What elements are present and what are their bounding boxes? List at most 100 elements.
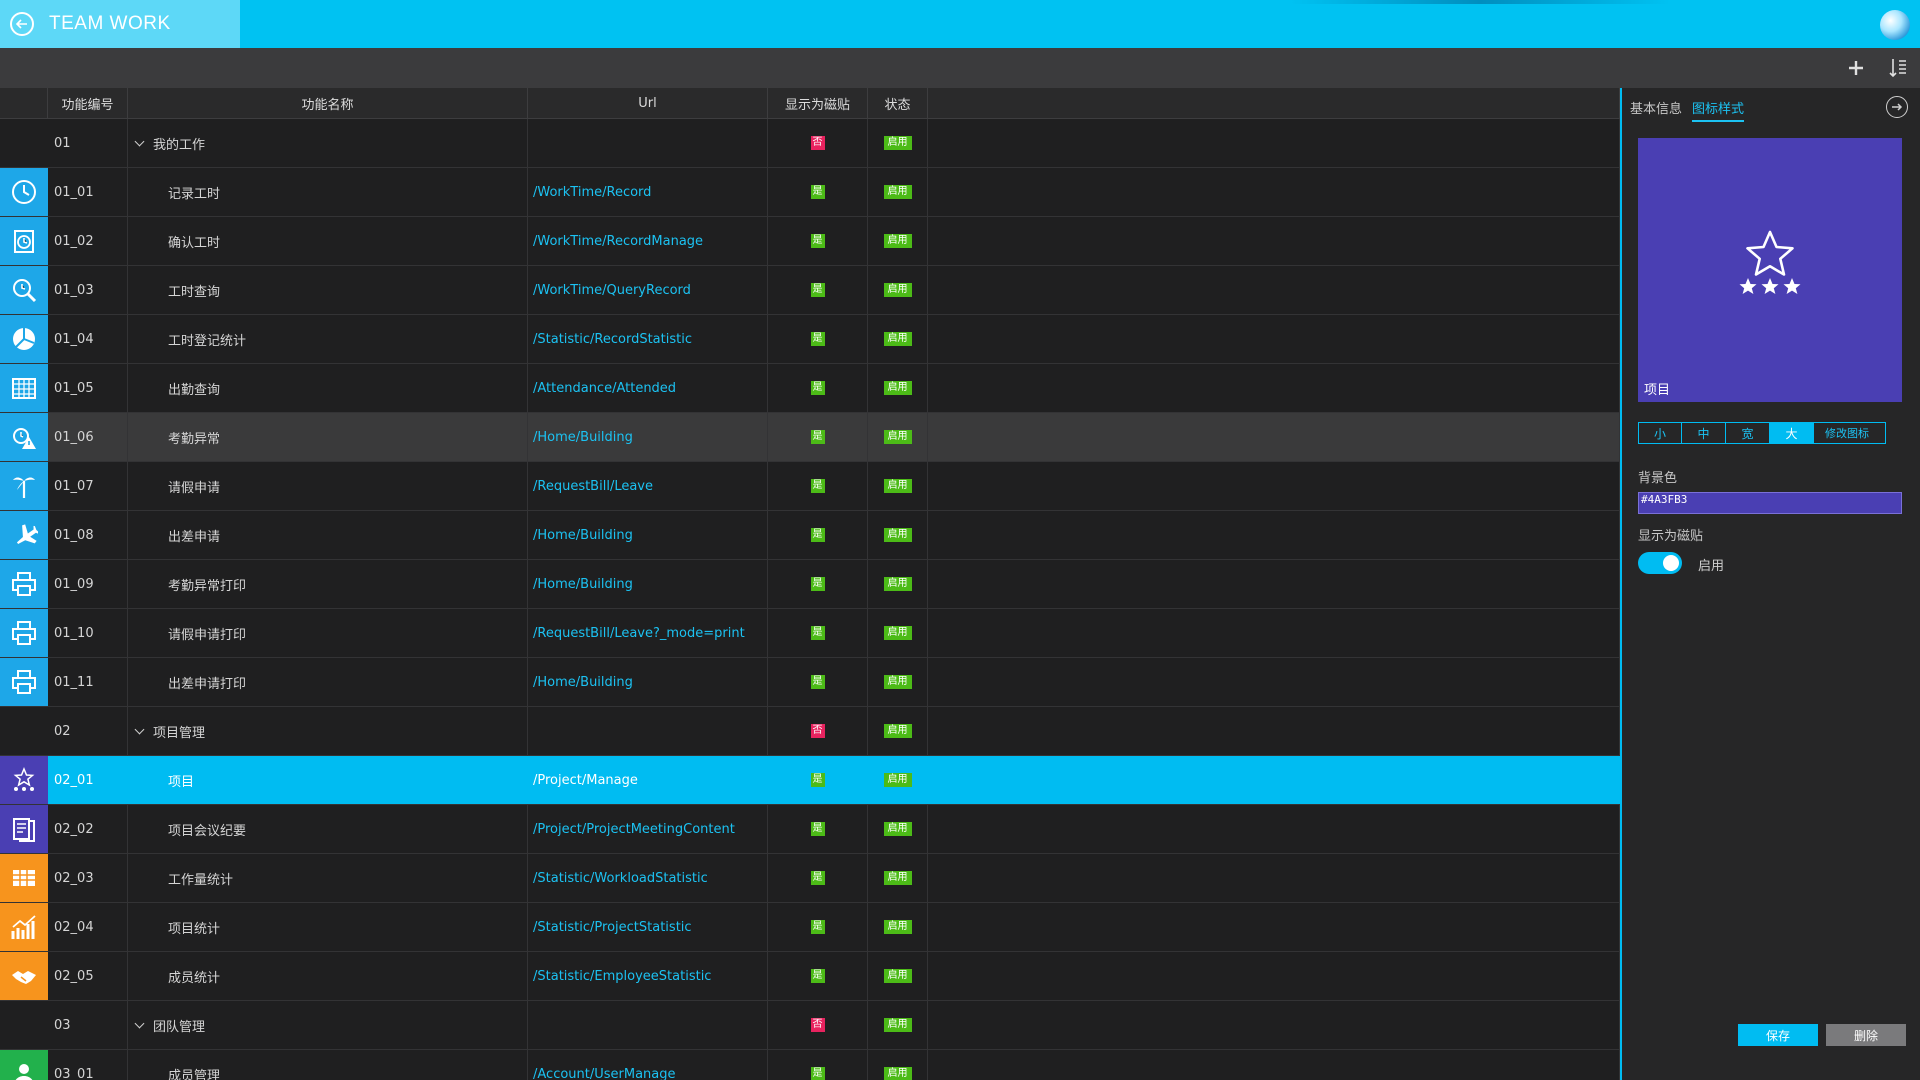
row-name-text: 出差申请打印 <box>168 676 247 692</box>
chevron-down-icon[interactable] <box>134 136 145 146</box>
row-icon-tile <box>0 658 48 706</box>
row-icon-tile <box>0 315 48 363</box>
size-wide-button[interactable]: 宽 <box>1726 422 1770 444</box>
group-row[interactable]: 03 团队管理 否 启用 <box>0 1001 1620 1050</box>
tab-icon-style[interactable]: 图标样式 <box>1692 98 1745 122</box>
status-badge: 启用 <box>883 626 912 640</box>
save-button[interactable]: 保存 <box>1738 1024 1818 1046</box>
row-code-text: 01_05 <box>54 380 94 396</box>
table-row[interactable]: 02_04 项目统计 /Statistic/ProjectStatistic 是… <box>0 903 1620 952</box>
row-icon-cell <box>0 756 48 804</box>
row-tile: 否 <box>768 707 868 755</box>
table-row[interactable]: 01_07 请假申请 /RequestBill/Leave 是 启用 <box>0 462 1620 511</box>
row-filler <box>928 707 1620 755</box>
toolbar <box>0 48 1920 88</box>
row-icon-cell <box>0 511 48 559</box>
back-button[interactable] <box>10 12 34 36</box>
table-row[interactable]: 03_01 成员管理 /Account/UserManage 是 启用 <box>0 1050 1620 1080</box>
table-row[interactable]: 01_01 记录工时 /WorkTime/Record 是 启用 <box>0 168 1620 217</box>
row-icon-cell <box>0 854 48 902</box>
tab-basic-info[interactable]: 基本信息 <box>1630 98 1682 122</box>
row-url: /WorkTime/QueryRecord <box>528 266 768 314</box>
row-url: /Statistic/WorkloadStatistic <box>528 854 768 902</box>
table-row[interactable]: 01_11 出差申请打印 /Home/Building 是 启用 <box>0 658 1620 707</box>
globe-icon[interactable] <box>1880 10 1910 40</box>
table-row[interactable]: 02_01 项目 /Project/Manage 是 启用 <box>0 756 1620 805</box>
row-status: 启用 <box>868 756 928 804</box>
row-icon-cell <box>0 903 48 951</box>
tile-flag-badge: 是 <box>810 773 825 787</box>
size-medium-button[interactable]: 中 <box>1682 422 1726 444</box>
row-tile: 是 <box>768 903 868 951</box>
row-tile: 是 <box>768 952 868 1000</box>
row-code: 02_02 <box>48 805 128 853</box>
function-grid: 功能编号 功能名称 Url 显示为磁贴 状态 01 我的工作 否 启用 01_0… <box>0 88 1620 1080</box>
row-tile: 是 <box>768 511 868 559</box>
header-name[interactable]: 功能名称 <box>128 88 528 118</box>
row-icon-cell <box>0 609 48 657</box>
table-row[interactable]: 02_02 项目会议纪要 /Project/ProjectMeetingCont… <box>0 805 1620 854</box>
header-tile[interactable]: 显示为磁贴 <box>768 88 868 118</box>
panel-next-button[interactable] <box>1886 96 1908 118</box>
row-url: /Project/Manage <box>528 756 768 804</box>
group-row[interactable]: 01 我的工作 否 启用 <box>0 119 1620 168</box>
group-row[interactable]: 02 项目管理 否 启用 <box>0 707 1620 756</box>
size-small-button[interactable]: 小 <box>1638 422 1682 444</box>
header-url[interactable]: Url <box>528 88 768 118</box>
chevron-down-icon[interactable] <box>134 724 145 734</box>
table-row[interactable]: 01_02 确认工时 /WorkTime/RecordManage 是 启用 <box>0 217 1620 266</box>
plus-icon <box>1849 61 1863 75</box>
row-name: 我的工作 <box>128 119 528 167</box>
row-icon-tile <box>0 266 48 314</box>
table-row[interactable]: 02_05 成员统计 /Statistic/EmployeeStatistic … <box>0 952 1620 1001</box>
tile-flag-badge: 是 <box>810 969 825 983</box>
row-status: 启用 <box>868 952 928 1000</box>
row-name-text: 我的工作 <box>153 137 206 153</box>
header-code[interactable]: 功能编号 <box>48 88 128 118</box>
row-code-text: 01_03 <box>54 282 94 298</box>
table-row[interactable]: 01_05 出勤查询 /Attendance/Attended 是 启用 <box>0 364 1620 413</box>
table-row[interactable]: 01_08 出差申请 /Home/Building 是 启用 <box>0 511 1620 560</box>
row-name: 考勤异常打印 <box>128 560 528 608</box>
row-url: /Account/UserManage <box>528 1050 768 1080</box>
row-filler <box>928 217 1620 265</box>
delete-button[interactable]: 删除 <box>1826 1024 1906 1046</box>
chevron-down-icon[interactable] <box>134 1018 145 1028</box>
row-tile: 是 <box>768 805 868 853</box>
header-glow <box>1290 0 1670 4</box>
arrow-left-icon <box>15 19 27 29</box>
row-url-text: /RequestBill/Leave <box>533 478 653 494</box>
header-status[interactable]: 状态 <box>868 88 928 118</box>
add-button[interactable] <box>1844 56 1868 80</box>
row-name-text: 团队管理 <box>153 1019 206 1035</box>
table-row[interactable]: 01_09 考勤异常打印 /Home/Building 是 启用 <box>0 560 1620 609</box>
row-status: 启用 <box>868 903 928 951</box>
table-row[interactable]: 01_04 工时登记统计 /Statistic/RecordStatistic … <box>0 315 1620 364</box>
bg-color-input[interactable]: #4A3FB3 <box>1638 492 1902 514</box>
table-row[interactable]: 02_03 工作量统计 /Statistic/WorkloadStatistic… <box>0 854 1620 903</box>
row-name: 工作量统计 <box>128 854 528 902</box>
handshake-icon <box>12 971 36 984</box>
sort-button[interactable] <box>1886 56 1910 80</box>
table-row[interactable]: 01_06 考勤异常 /Home/Building 是 启用 <box>0 413 1620 462</box>
row-code: 02_04 <box>48 903 128 951</box>
row-tile: 是 <box>768 413 868 461</box>
edit-icon-button[interactable]: 修改图标 <box>1808 422 1886 444</box>
user-icon <box>15 1064 33 1080</box>
row-name-text: 记录工时 <box>168 186 221 202</box>
row-tile: 是 <box>768 560 868 608</box>
row-url-text: /WorkTime/QueryRecord <box>533 282 691 298</box>
row-icon-tile <box>0 805 48 853</box>
status-badge: 启用 <box>883 822 912 836</box>
status-badge: 启用 <box>883 283 912 297</box>
tile-toggle[interactable] <box>1638 552 1682 574</box>
row-url <box>528 707 768 755</box>
row-code: 03 <box>48 1001 128 1049</box>
table-row[interactable]: 01_10 请假申请打印 /RequestBill/Leave?_mode=pr… <box>0 609 1620 658</box>
row-filler <box>928 364 1620 412</box>
table-row[interactable]: 01_03 工时查询 /WorkTime/QueryRecord 是 启用 <box>0 266 1620 315</box>
row-tile: 是 <box>768 364 868 412</box>
row-filler <box>928 609 1620 657</box>
row-name-text: 请假申请 <box>168 480 221 496</box>
row-status: 启用 <box>868 1001 928 1049</box>
